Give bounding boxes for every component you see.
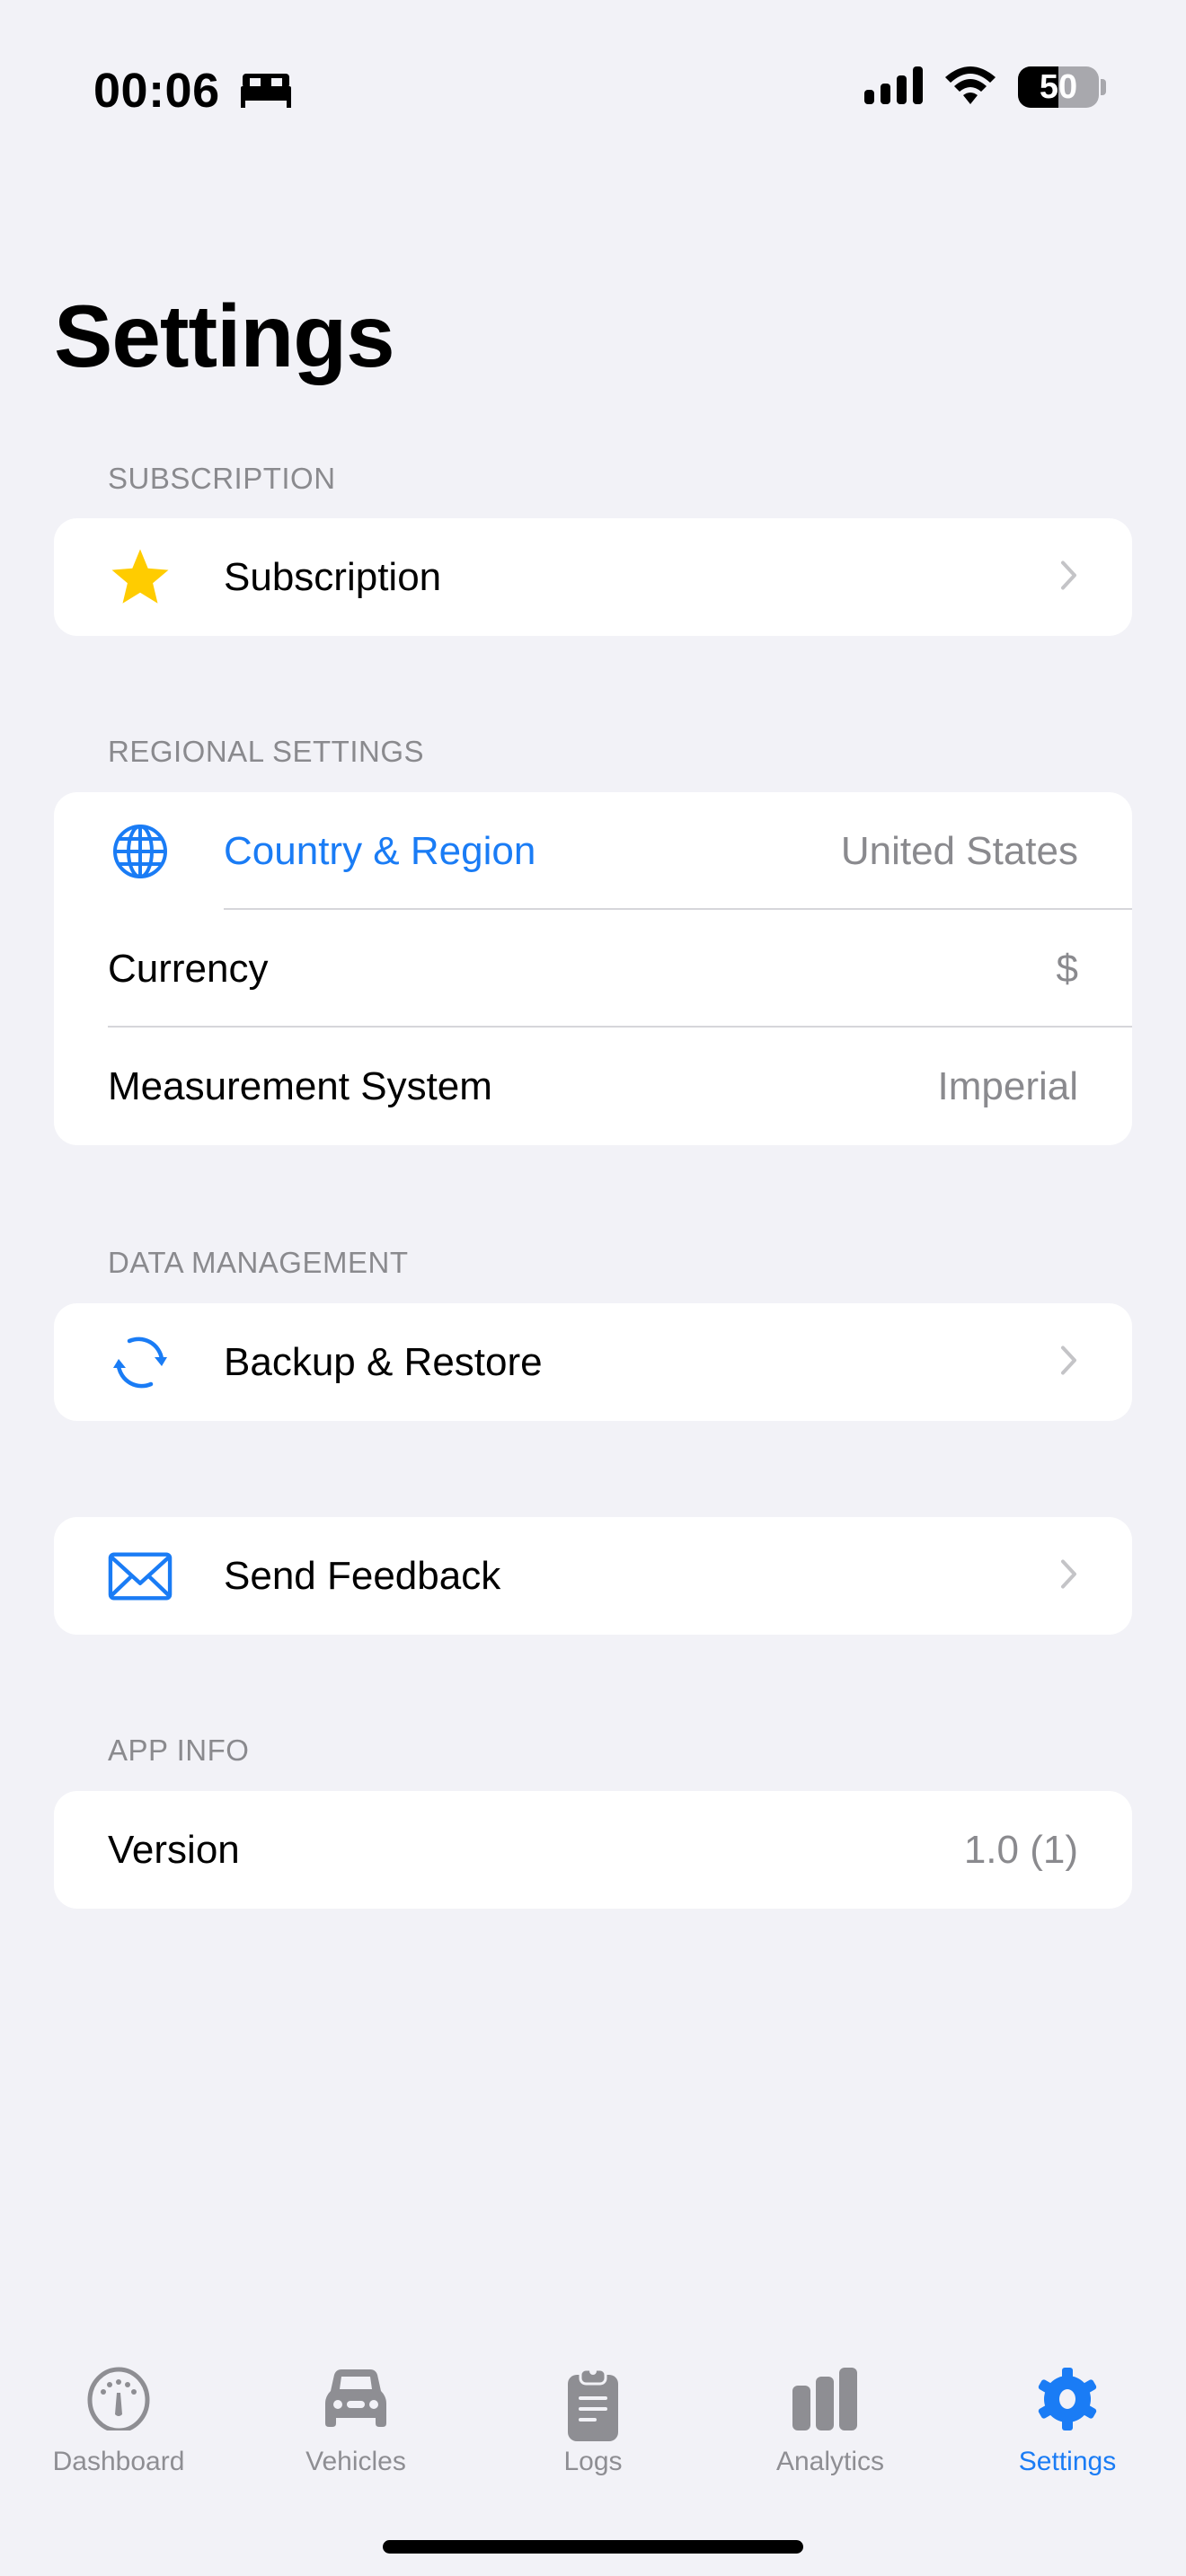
tab-logs[interactable]: Logs — [474, 2353, 712, 2497]
battery-tip — [1101, 79, 1106, 95]
send-feedback-label: Send Feedback — [224, 1553, 501, 1598]
clipboard-icon — [566, 2366, 620, 2446]
bed-icon — [241, 72, 291, 112]
status-time: 00:06 — [93, 64, 220, 118]
tab-label: Settings — [1018, 2447, 1117, 2476]
gauge-icon — [86, 2366, 151, 2435]
regional-settings-card: Country & Region United States Currency … — [54, 792, 1132, 1145]
app-info-card: Version 1.0 (1) — [54, 1791, 1132, 1909]
send-feedback-row[interactable]: Send Feedback — [54, 1517, 1132, 1635]
section-header-app-info: APP INFO — [108, 1734, 250, 1767]
tab-label: Dashboard — [52, 2447, 185, 2476]
measurement-system-row[interactable]: Measurement System Imperial — [54, 1028, 1132, 1145]
chevron-right-icon — [1060, 1345, 1078, 1380]
car-icon — [318, 2366, 394, 2435]
sync-arrows-icon — [108, 1330, 173, 1395]
section-header-data-management: DATA MANAGEMENT — [108, 1246, 409, 1279]
section-header-regional: REGIONAL SETTINGS — [108, 735, 425, 768]
home-indicator[interactable] — [383, 2540, 803, 2554]
chevron-right-icon — [1060, 1558, 1078, 1593]
backup-restore-label: Backup & Restore — [224, 1339, 543, 1384]
measurement-system-label: Measurement System — [108, 1063, 492, 1108]
measurement-system-value: Imperial — [937, 1063, 1079, 1108]
tab-label: Logs — [563, 2447, 623, 2476]
version-value: 1.0 (1) — [963, 1827, 1078, 1872]
tab-analytics[interactable]: Analytics — [712, 2353, 949, 2497]
page-title: Settings — [54, 287, 395, 385]
bar-chart-icon — [792, 2366, 868, 2435]
tab-bar: Dashboard Vehicles Logs Analytics Settin… — [0, 2353, 1186, 2497]
country-region-label: Country & Region — [224, 828, 536, 873]
tab-dashboard[interactable]: Dashboard — [0, 2353, 237, 2497]
chevron-right-icon — [1060, 560, 1078, 595]
globe-icon — [108, 819, 173, 884]
data-management-card: Backup & Restore — [54, 1303, 1132, 1421]
currency-label: Currency — [108, 946, 269, 991]
tab-vehicles[interactable]: Vehicles — [237, 2353, 474, 2497]
feedback-card: Send Feedback — [54, 1517, 1132, 1635]
envelope-icon — [108, 1544, 173, 1609]
version-label: Version — [108, 1827, 240, 1872]
section-header-subscription: SUBSCRIPTION — [108, 462, 336, 495]
backup-restore-row[interactable]: Backup & Restore — [54, 1303, 1132, 1421]
tab-label: Vehicles — [305, 2447, 406, 2476]
battery-icon: 50 — [1018, 66, 1099, 108]
version-row: Version 1.0 (1) — [54, 1791, 1132, 1909]
currency-value: $ — [1056, 946, 1078, 991]
wifi-icon — [943, 65, 997, 109]
subscription-label: Subscription — [224, 554, 442, 599]
tab-settings[interactable]: Settings — [949, 2353, 1186, 2497]
country-region-value: United States — [840, 828, 1078, 873]
tab-label: Analytics — [775, 2447, 885, 2476]
subscription-row[interactable]: Subscription — [54, 518, 1132, 636]
cellular-signal-icon — [864, 66, 924, 109]
currency-row[interactable]: Currency $ — [54, 910, 1132, 1028]
star-icon — [108, 545, 173, 610]
country-region-row[interactable]: Country & Region United States — [54, 792, 1132, 910]
gear-icon — [1034, 2366, 1101, 2437]
subscription-card: Subscription — [54, 518, 1132, 636]
battery-percent: 50 — [1039, 67, 1078, 106]
